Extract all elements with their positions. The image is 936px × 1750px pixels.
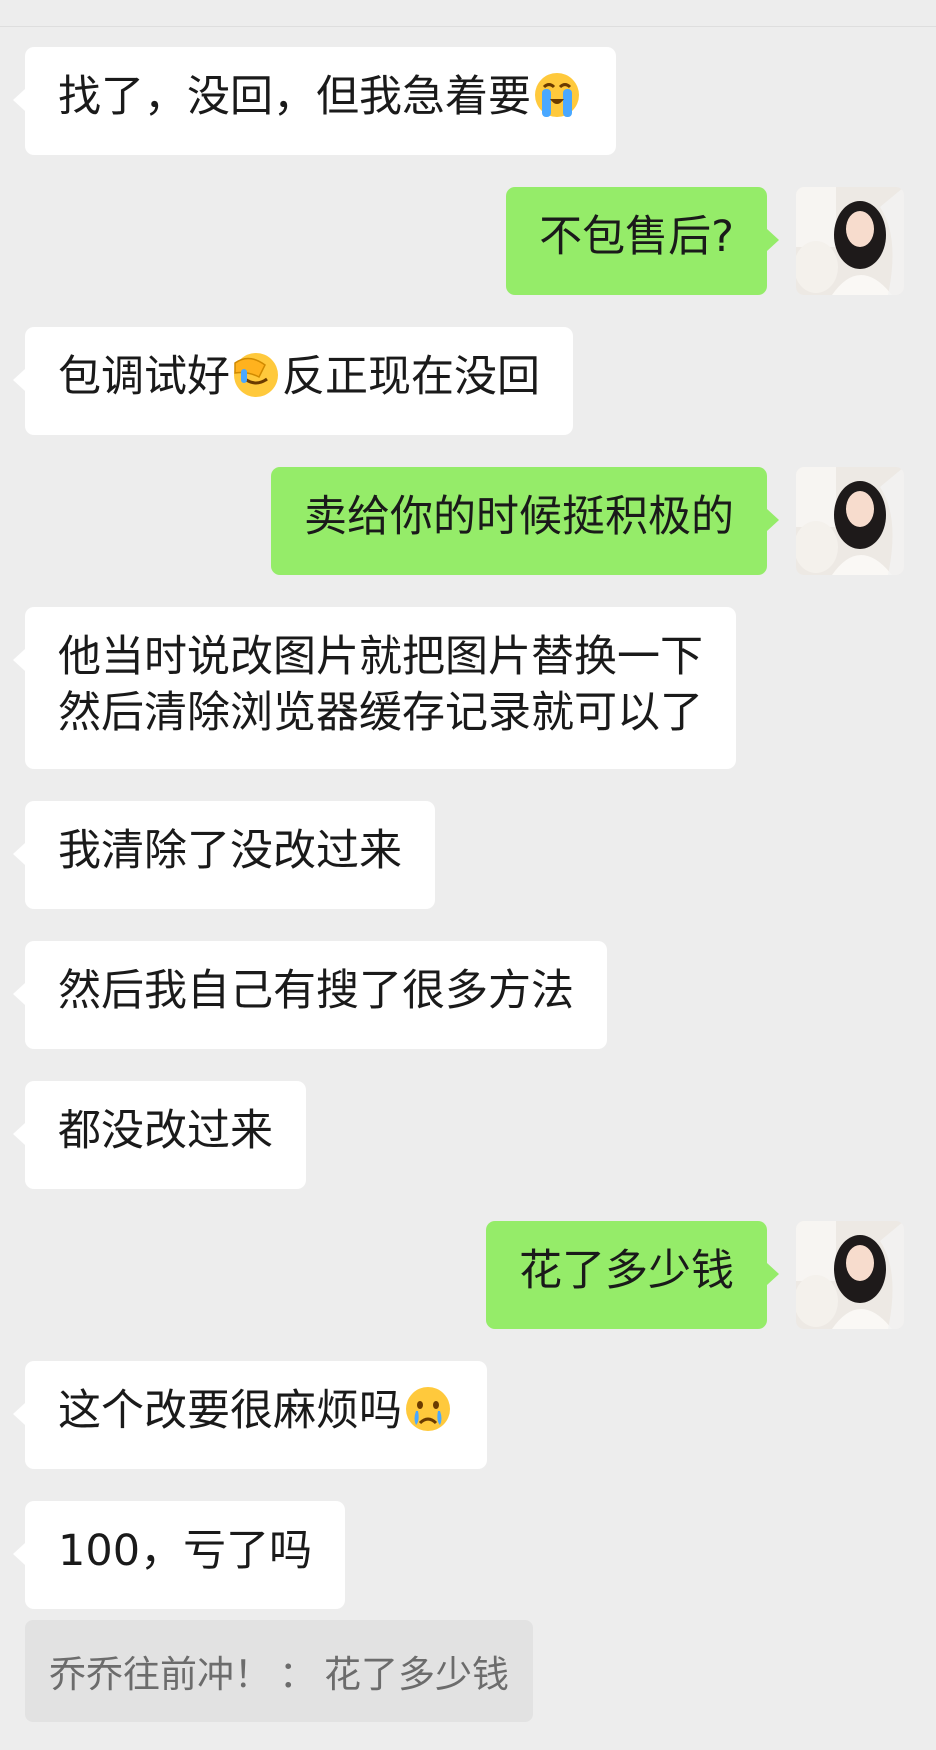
incoming-message-bubble[interactable]: 都没改过来 xyxy=(13,1081,306,1189)
outgoing-message-bubble[interactable]: 不包售后? xyxy=(506,187,779,295)
loudly-crying-emoji-icon xyxy=(535,73,579,117)
message-text-line-2: 然后清除浏览器缓存记录就可以了 xyxy=(58,688,703,738)
message-text: 找了，没回，但我急着要 xyxy=(58,72,531,122)
message-text: 不包售后? xyxy=(539,212,734,262)
incoming-message-bubble[interactable]: 然后我自己有搜了很多方法 xyxy=(13,941,607,1049)
quoted-message[interactable]: 乔乔往前冲！ ： 花了多少钱 xyxy=(25,1620,533,1722)
user-avatar[interactable] xyxy=(796,467,904,575)
message-text: 100，亏了吗 xyxy=(58,1526,313,1576)
user-avatar[interactable] xyxy=(796,1221,904,1329)
crying-emoji-icon xyxy=(406,1387,450,1431)
message-text-line-1: 他当时说改图片就把图片替换一下 xyxy=(58,632,703,682)
incoming-message-bubble[interactable]: 他当时说改图片就把图片替换一下 然后清除浏览器缓存记录就可以了 xyxy=(13,607,736,769)
face-palm-emoji-icon xyxy=(234,353,278,397)
message-text: 卖给你的时候挺积极的 xyxy=(304,492,734,542)
message-text: 然后我自己有搜了很多方法 xyxy=(58,966,574,1016)
avatar-portrait-icon xyxy=(796,1221,904,1329)
outgoing-message-bubble[interactable]: 卖给你的时候挺积极的 xyxy=(271,467,779,575)
incoming-message-bubble[interactable]: 这个改要很麻烦吗 xyxy=(13,1361,487,1469)
quote-sender: 乔乔往前冲！ xyxy=(49,1653,271,1696)
quote-text: 花了多少钱 xyxy=(324,1653,509,1696)
message-text: 我清除了没改过来 xyxy=(58,826,402,876)
quote-separator: ： xyxy=(279,1653,316,1696)
incoming-message-bubble[interactable]: 包调试好 反正现在没回 xyxy=(13,327,573,435)
incoming-message-bubble[interactable]: 我清除了没改过来 xyxy=(13,801,435,909)
message-text: 花了多少钱 xyxy=(519,1246,734,1296)
message-text: 包调试好 xyxy=(58,352,230,402)
avatar-portrait-icon xyxy=(796,187,904,295)
message-text-continued: 反正现在没回 xyxy=(282,352,540,402)
user-avatar[interactable] xyxy=(796,187,904,295)
top-divider xyxy=(0,26,936,27)
incoming-message-bubble[interactable]: 找了，没回，但我急着要 xyxy=(13,47,616,155)
outgoing-message-bubble[interactable]: 花了多少钱 xyxy=(486,1221,779,1329)
message-text: 都没改过来 xyxy=(58,1106,273,1156)
avatar-portrait-icon xyxy=(796,467,904,575)
incoming-message-bubble[interactable]: 100，亏了吗 xyxy=(12,1501,346,1609)
message-text: 这个改要很麻烦吗 xyxy=(58,1386,402,1436)
